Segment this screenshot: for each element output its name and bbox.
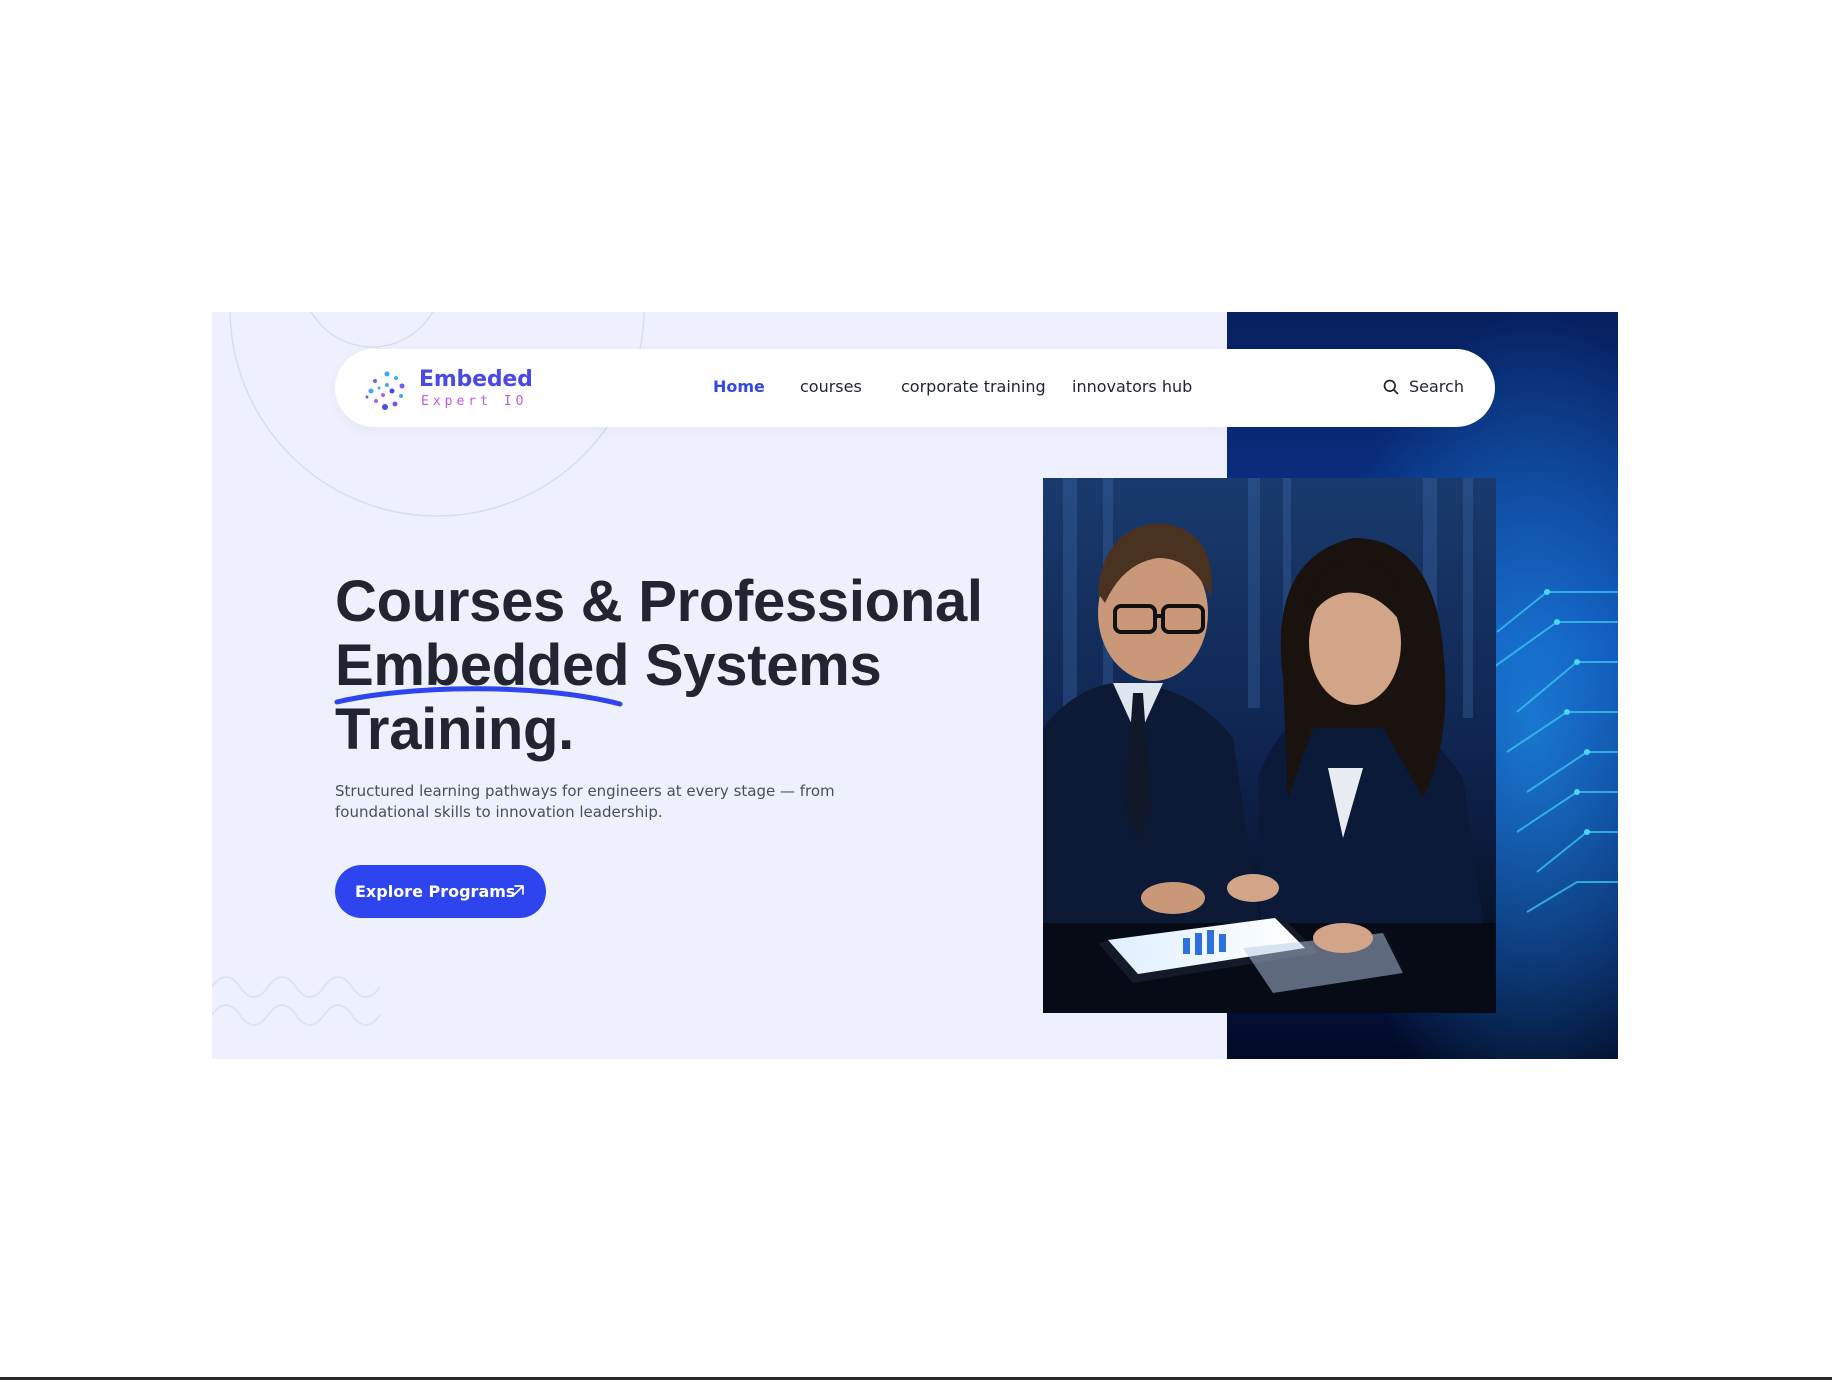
nav-link-innovators-hub[interactable]: innovators hub <box>1072 377 1192 397</box>
hero-photo <box>1043 478 1496 1013</box>
search-icon <box>1383 379 1399 395</box>
explore-programs-label: Explore Programs <box>355 882 516 901</box>
hero-headline: Courses & Professional Embedded Systems … <box>335 570 983 762</box>
logo-mark-icon <box>365 371 405 410</box>
hero-subtext: Structured learning pathways for enginee… <box>335 782 835 821</box>
hero-section: Embeded Expert IO Home courses corporate… <box>212 312 1618 1059</box>
headline-line-2-rest: Systems <box>629 633 882 698</box>
decorative-circles <box>229 312 645 517</box>
brand-logo[interactable]: Embeded Expert IO <box>365 367 535 411</box>
professionals-image <box>1043 478 1496 1013</box>
explore-programs-button[interactable]: Explore Programs <box>335 865 546 918</box>
brand-tagline: Expert IO <box>421 394 528 409</box>
nav-link-corporate-training[interactable]: corporate training <box>901 377 1046 397</box>
arrow-up-right-icon <box>512 885 524 897</box>
nav-link-courses[interactable]: courses <box>800 377 862 397</box>
decorative-waves <box>212 976 381 1026</box>
highlight-underline <box>334 686 623 707</box>
top-navbar: Embeded Expert IO Home courses corporate… <box>335 349 1495 427</box>
search-label: Search <box>1409 377 1464 396</box>
nav-link-home[interactable]: Home <box>713 377 765 397</box>
brand-name: Embeded <box>419 367 533 392</box>
headline-line-1: Courses & Professional <box>335 569 983 634</box>
